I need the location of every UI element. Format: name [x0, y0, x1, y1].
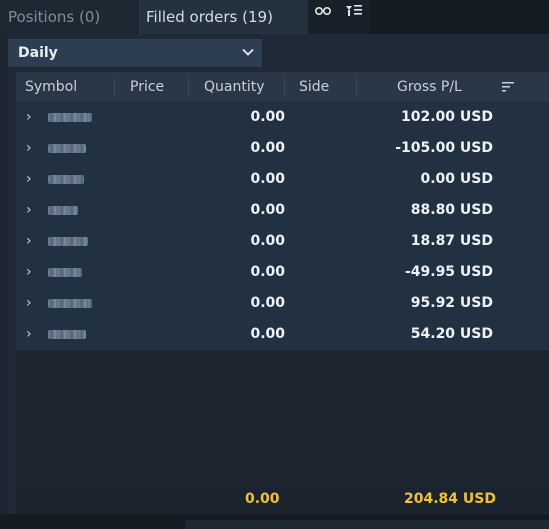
- column-divider[interactable]: [284, 78, 285, 96]
- quantity-cell: 0.00: [250, 202, 285, 218]
- col-quantity[interactable]: Quantity: [204, 72, 265, 102]
- link-icon[interactable]: [312, 4, 334, 22]
- table-row[interactable]: › 0.00 -49.95 USD: [16, 257, 549, 288]
- expand-icon[interactable]: ›: [26, 195, 38, 226]
- table-row[interactable]: › 0.00 88.80 USD: [16, 195, 549, 226]
- period-dropdown[interactable]: Daily: [8, 39, 262, 67]
- gross-pl-cell: 95.92 USD: [410, 295, 493, 311]
- symbol-cell: [48, 237, 88, 246]
- symbol-cell: [48, 268, 82, 277]
- quantity-cell: 0.00: [250, 171, 285, 187]
- quantity-cell: 0.00: [250, 264, 285, 280]
- table-header: Symbol Price Quantity Side Gross P/L: [16, 72, 549, 102]
- col-side[interactable]: Side: [299, 72, 329, 102]
- expand-icon[interactable]: ›: [26, 319, 38, 350]
- expand-icon[interactable]: ›: [26, 226, 38, 257]
- col-gross-pl[interactable]: Gross P/L: [397, 72, 462, 102]
- table-row[interactable]: › 0.00 -105.00 USD: [16, 133, 549, 164]
- tab-bar: Positions (0) Filled orders (19): [0, 0, 549, 34]
- table-row[interactable]: › 0.00 18.87 USD: [16, 226, 549, 257]
- gross-pl-cell: 54.20 USD: [410, 326, 493, 342]
- gross-pl-cell: -49.95 USD: [404, 264, 493, 280]
- chevron-down-icon: [242, 48, 254, 56]
- filter-icon[interactable]: [343, 4, 365, 22]
- status-bar: [0, 514, 549, 529]
- symbol-cell: [48, 113, 92, 122]
- quantity-cell: 0.00: [250, 233, 285, 249]
- gross-pl-cell: 0.00 USD: [420, 171, 494, 187]
- column-divider[interactable]: [356, 78, 357, 96]
- total-quantity: 0.00: [245, 491, 280, 507]
- column-divider[interactable]: [114, 78, 115, 96]
- quantity-cell: 0.00: [250, 109, 285, 125]
- gross-pl-cell: 18.87 USD: [410, 233, 493, 249]
- table-body: › 0.00 102.00 USD › 0.00 -105.00 USD › 0…: [16, 102, 549, 350]
- table-row[interactable]: › 0.00 95.92 USD: [16, 288, 549, 319]
- expand-icon[interactable]: ›: [26, 257, 38, 288]
- table-row[interactable]: › 0.00 54.20 USD: [16, 319, 549, 350]
- total-gross-pl: 204.84 USD: [404, 491, 496, 507]
- expand-icon[interactable]: ›: [26, 133, 38, 164]
- table-empty-area: [16, 350, 549, 485]
- symbol-cell: [48, 299, 92, 308]
- expand-icon[interactable]: ›: [26, 164, 38, 195]
- expand-icon[interactable]: ›: [26, 288, 38, 319]
- sort-icon[interactable]: [502, 81, 514, 93]
- table-row[interactable]: › 0.00 0.00 USD: [16, 164, 549, 195]
- expand-icon[interactable]: ›: [26, 102, 38, 133]
- col-symbol[interactable]: Symbol: [25, 72, 77, 102]
- totals-row: 0.00 204.84 USD: [16, 485, 549, 513]
- column-divider[interactable]: [188, 78, 189, 96]
- symbol-cell: [48, 144, 86, 153]
- period-dropdown-value: Daily: [18, 45, 58, 61]
- symbol-cell: [48, 175, 84, 184]
- tab-filled-orders[interactable]: Filled orders (19): [138, 0, 308, 34]
- quantity-cell: 0.00: [250, 140, 285, 156]
- tab-positions[interactable]: Positions (0): [0, 0, 138, 34]
- table-row[interactable]: › 0.00 102.00 USD: [16, 102, 549, 133]
- gross-pl-cell: 102.00 USD: [401, 109, 493, 125]
- quantity-cell: 0.00: [250, 326, 285, 342]
- gross-pl-cell: 88.80 USD: [410, 202, 493, 218]
- gross-pl-cell: -105.00 USD: [395, 140, 493, 156]
- symbol-cell: [48, 330, 86, 339]
- symbol-cell: [48, 206, 78, 215]
- quantity-cell: 0.00: [250, 295, 285, 311]
- orders-table: Symbol Price Quantity Side Gross P/L › 0…: [16, 72, 549, 350]
- horizontal-scrollbar[interactable]: [185, 520, 549, 529]
- col-price[interactable]: Price: [130, 72, 164, 102]
- tab-bar-spacer: [370, 0, 549, 34]
